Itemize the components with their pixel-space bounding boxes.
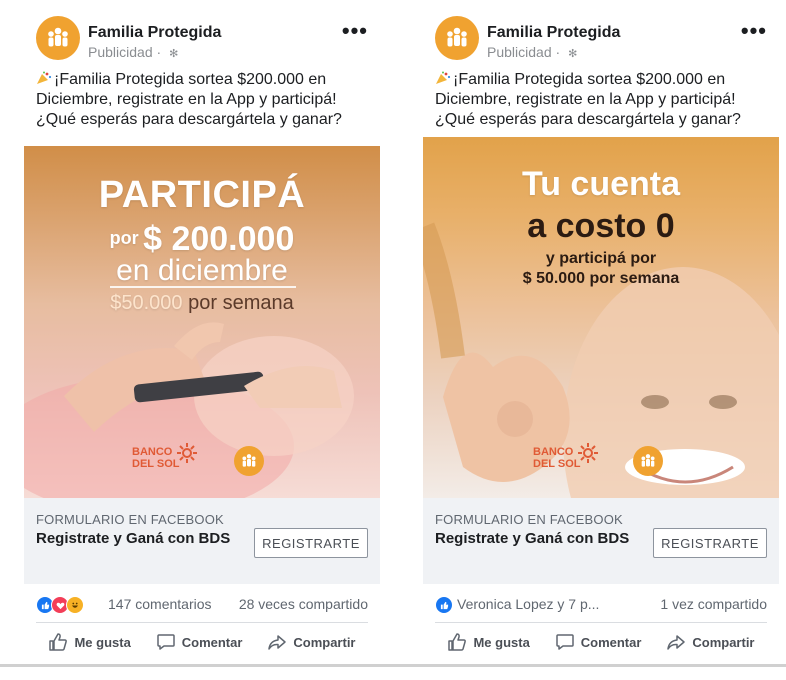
bank-logo: BANCO DEL SOL xyxy=(132,443,206,470)
comment-button[interactable]: Comentar xyxy=(555,632,642,652)
page-avatar[interactable] xyxy=(435,16,479,60)
familia-logo xyxy=(234,446,264,476)
like-button[interactable]: Me gusta xyxy=(447,632,530,652)
creative-line3: y participá por xyxy=(545,250,657,267)
cta-kicker: FORMULARIO EN FACEBOOK xyxy=(36,512,224,527)
family-logo-icon xyxy=(242,454,256,467)
reactions[interactable] xyxy=(435,596,453,614)
comment-label: Comentar xyxy=(580,634,642,650)
comment-icon xyxy=(556,634,574,650)
party-popper-icon xyxy=(436,71,451,84)
post-body: ¡Familia Protegida sortea $200.000 en Di… xyxy=(435,71,741,128)
post-actions: Me gusta Comentar Compartir xyxy=(435,623,767,661)
post-subtitle: Publicidad · ✻ xyxy=(88,44,179,60)
party-popper-icon xyxy=(37,71,52,84)
post-header: Familia Protegida Publicidad · ✻ ••• xyxy=(24,0,380,70)
page-name[interactable]: Familia Protegida xyxy=(487,24,620,42)
share-icon xyxy=(667,635,686,650)
ad-post-tu-cuenta: Familia Protegida Publicidad · ✻ ••• ¡Fa… xyxy=(423,0,779,665)
haha-reaction-icon xyxy=(66,596,84,614)
bottom-divider xyxy=(0,664,786,667)
engagement-stats: 147 comentarios 28 veces compartido xyxy=(36,584,368,623)
more-options-button[interactable]: ••• xyxy=(741,18,767,44)
bank-logo: BANCO DEL SOL xyxy=(533,443,607,470)
thumbs-up-icon xyxy=(448,633,467,651)
family-logo-icon xyxy=(641,454,655,467)
shares-count[interactable]: 1 vez compartido xyxy=(660,596,767,612)
creative-line2: a costo 0 xyxy=(527,207,675,245)
reactions[interactable] xyxy=(36,596,84,614)
like-button[interactable]: Me gusta xyxy=(48,632,131,652)
comment-button[interactable]: Comentar xyxy=(156,632,243,652)
post-body: ¡Familia Protegida sortea $200.000 en Di… xyxy=(36,71,342,128)
share-label: Compartir xyxy=(293,634,356,650)
comment-icon xyxy=(157,634,175,650)
comment-label: Comentar xyxy=(181,634,243,650)
post-text: ¡Familia Protegida sortea $200.000 en Di… xyxy=(423,70,779,146)
ad-post-participa: Familia Protegida Publicidad · ✻ ••• ¡Fa… xyxy=(24,0,380,665)
post-subtitle: Publicidad · ✻ xyxy=(487,44,578,60)
globe-icon: ✻ xyxy=(568,48,578,60)
lead-form-cta[interactable]: FORMULARIO EN FACEBOOK Registrate y Ganá… xyxy=(24,498,380,584)
cta-headline: Registrate y Ganá con BDS xyxy=(435,530,630,547)
family-logo-icon xyxy=(447,27,467,47)
share-button[interactable]: Compartir xyxy=(267,632,356,652)
shares-count[interactable]: 28 veces compartido xyxy=(239,596,368,612)
share-label: Compartir xyxy=(692,634,755,650)
sponsored-label: Publicidad xyxy=(88,44,153,60)
more-options-button[interactable]: ••• xyxy=(342,18,368,44)
creative-line4: $ 50.000 por semana xyxy=(522,270,680,287)
like-label: Me gusta xyxy=(473,634,530,650)
page-avatar[interactable] xyxy=(36,16,80,60)
creative-line1: Tu cuenta xyxy=(521,165,681,203)
lead-form-cta[interactable]: FORMULARIO EN FACEBOOK Registrate y Ganá… xyxy=(423,498,779,584)
register-button[interactable]: REGISTRARTE xyxy=(254,528,368,558)
share-icon xyxy=(268,635,287,650)
post-header: Familia Protegida Publicidad · ✻ ••• xyxy=(423,0,779,70)
sponsored-label: Publicidad xyxy=(487,44,552,60)
sun-logo-icon xyxy=(177,443,197,463)
ad-creative-image[interactable]: Tu cuenta a costo 0 y participá por $ 50… xyxy=(423,137,779,498)
cta-kicker: FORMULARIO EN FACEBOOK xyxy=(435,512,623,527)
share-button[interactable]: Compartir xyxy=(666,632,755,652)
globe-icon: ✻ xyxy=(169,48,179,60)
sun-logo-icon xyxy=(578,443,598,463)
reactors-names[interactable]: Veronica Lopez y 7 p... xyxy=(457,596,599,612)
like-label: Me gusta xyxy=(74,634,131,650)
engagement-stats: Veronica Lopez y 7 p... 1 vez compartido xyxy=(435,584,767,623)
page-name[interactable]: Familia Protegida xyxy=(88,24,221,42)
family-logo-icon xyxy=(48,27,68,47)
post-text: ¡Familia Protegida sortea $200.000 en Di… xyxy=(24,70,380,146)
ad-creative-image[interactable]: PARTICIPÁ por $ 200.000 en diciembre $50… xyxy=(24,146,380,498)
post-actions: Me gusta Comentar Compartir xyxy=(36,623,368,661)
register-button[interactable]: REGISTRARTE xyxy=(653,528,767,558)
like-reaction-icon xyxy=(435,596,453,614)
familia-logo xyxy=(633,446,663,476)
cta-headline: Registrate y Ganá con BDS xyxy=(36,530,231,547)
comments-count[interactable]: 147 comentarios xyxy=(108,596,212,612)
thumbs-up-icon xyxy=(49,633,68,651)
